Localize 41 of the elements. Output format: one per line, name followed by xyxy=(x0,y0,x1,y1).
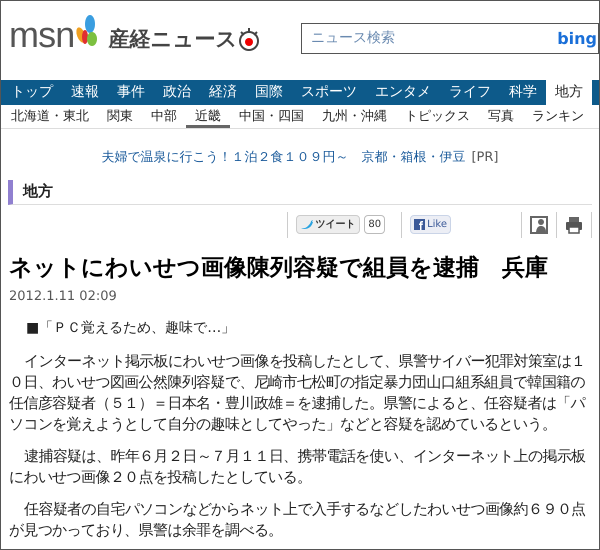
pr-tag: [PR] xyxy=(471,148,498,168)
msn-logo-text[interactable]: msn xyxy=(9,17,74,53)
subnav-tab[interactable]: 中国・四国 xyxy=(230,105,313,128)
subnav-tab[interactable]: 北海道・東北 xyxy=(2,105,98,128)
nav-tab[interactable]: 国際 xyxy=(246,80,292,105)
tweet-button[interactable]: ツイート xyxy=(296,215,360,234)
nav-tab[interactable]: 政治 xyxy=(154,80,200,105)
article-paragraph: 任容疑者の自宅パソコンなどからネット上で入手するなどしたわいせつ画像約６９０点が見つかっており、県警は余罪を調べる。 xyxy=(9,499,587,541)
nav-tab[interactable]: 地方 xyxy=(546,80,592,105)
subnav-tab[interactable]: 近畿 xyxy=(186,105,230,128)
article-paragraph: インターネット掲示板にわいせつ画像を投稿したとして、県警サイバー犯罪対策室は１０日、わいせつ図画公然陳列容疑で、尼崎市七松町の指定暴力団山口組系組員で韓国籍の任信彦容疑者（５１）＝日本名・豊川政雄＝を逮捕した。県警によると、任容疑者は「パソコンを覚えようとして自分の趣味としてやった」などと容疑を認めているという。 xyxy=(9,351,587,435)
nav-tab[interactable]: 経済 xyxy=(200,80,246,105)
nav-tab[interactable]: スポーツ xyxy=(292,80,366,105)
article-paragraph: 逮捕容疑は、昨年６月２日～７月１１日、携帯電話を使い、インターネット上の掲示板にわいせつ画像２０点を投稿したとしている。 xyxy=(9,446,587,488)
nav-tab[interactable]: 事件 xyxy=(108,80,154,105)
article-subhead: ■「ＰＣ覚えるため、趣味で…」 xyxy=(26,319,236,338)
search-field[interactable]: ニュース検索 bing xyxy=(301,23,599,54)
subnav-tab[interactable]: ランキン xyxy=(523,105,593,128)
nav-tab[interactable]: ライフ xyxy=(440,80,500,105)
bird-icon xyxy=(301,220,314,230)
eye-icon xyxy=(237,26,262,52)
site-name[interactable]: 産経ニュース xyxy=(108,29,238,50)
nav-tab[interactable]: エンタメ xyxy=(366,80,440,105)
subnav-tab[interactable]: 関東 xyxy=(98,105,142,128)
subnav-tab[interactable]: 中部 xyxy=(142,105,186,128)
share-icon[interactable] xyxy=(530,216,548,234)
print-icon[interactable] xyxy=(565,216,583,234)
subnav-tab[interactable]: 九州・沖縄 xyxy=(313,105,396,128)
nav-tab[interactable]: トップ xyxy=(2,80,62,105)
like-button[interactable]: Like xyxy=(410,215,451,234)
facebook-icon xyxy=(414,219,426,230)
bing-logo[interactable]: bing xyxy=(557,26,597,50)
tweet-count: 80 xyxy=(364,215,386,234)
nav-tab[interactable]: 科学 xyxy=(500,80,546,105)
article-headline: ネットにわいせつ画像陳列容疑で組員を逮捕 兵庫 xyxy=(9,254,549,282)
article-date: 2012.1.11 02:09 xyxy=(9,288,118,306)
ad-link[interactable]: 夫婦で温泉に行こう！１泊２食１０９円～ 京都・箱根・伊豆 xyxy=(101,148,466,168)
section-heading: 地方 xyxy=(23,181,53,202)
nav-tab[interactable]: 速報 xyxy=(62,80,108,105)
subnav-tab[interactable]: 写真 xyxy=(479,105,523,128)
subnav-tab[interactable]: トピックス xyxy=(396,105,479,128)
